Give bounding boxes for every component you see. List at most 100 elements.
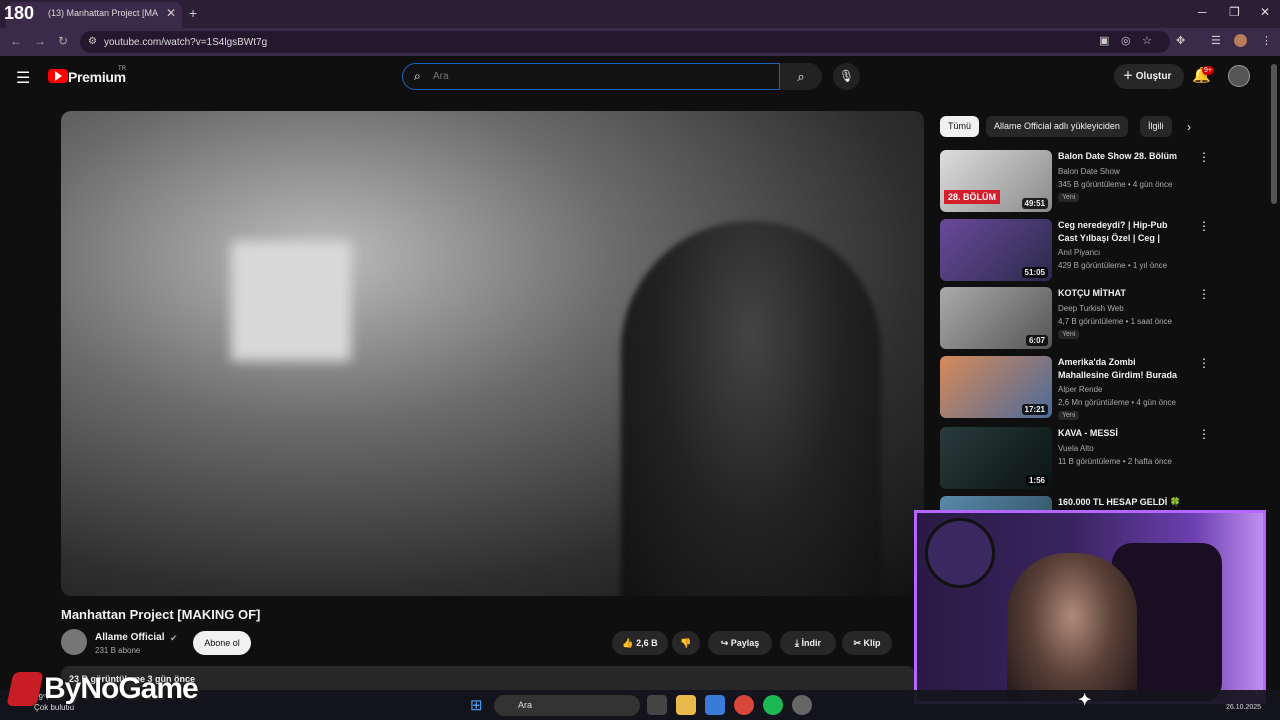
file-explorer-icon[interactable] <box>676 695 696 715</box>
region-code: TR <box>118 66 126 72</box>
share-button[interactable]: ↪ Paylaş <box>708 631 772 655</box>
spotify-icon[interactable] <box>763 695 783 715</box>
site-info-icon[interactable]: ⚙ <box>88 36 97 47</box>
like-button[interactable]: 👍 2,6 B <box>612 631 668 655</box>
bookmark-star-icon[interactable]: ☆ <box>1142 34 1152 47</box>
search-icon: ⌕ <box>797 69 805 84</box>
recommendation-channel[interactable]: Deep Turkish Web <box>1058 304 1124 313</box>
account-avatar[interactable] <box>1228 65 1250 87</box>
recommendation-title[interactable]: Amerika'da Zombi Mahallesine Girdim! Bur… <box>1058 356 1188 382</box>
clip-button[interactable]: ✂ Klip <box>842 631 892 655</box>
more-options-icon[interactable]: ⋮ <box>1198 287 1210 301</box>
forward-icon[interactable]: → <box>34 34 46 48</box>
recommendation-title[interactable]: Balon Date Show 28. Bölüm <box>1058 150 1188 163</box>
eye-off-icon[interactable]: ◎ <box>1121 34 1131 47</box>
store-icon[interactable] <box>705 695 725 715</box>
channel-name[interactable]: Allame Official <box>95 632 164 643</box>
tab-title[interactable]: (13) Manhattan Project [MAKING OF] - You… <box>48 8 158 18</box>
video-thumbnail[interactable]: 1:56 <box>940 427 1052 489</box>
more-menu-icon[interactable]: ⋮ <box>1261 34 1272 47</box>
more-options-icon[interactable]: ⋮ <box>1198 356 1210 370</box>
download-button[interactable]: ⤓ İndir <box>780 631 836 655</box>
task-view-icon[interactable] <box>647 695 667 715</box>
video-frame-window <box>231 241 351 361</box>
recommendation-item[interactable]: 51:05 Ceg neredeydi? | Hip-Pub Cast Yılb… <box>940 219 1210 283</box>
tray-date: 26.10.2025 <box>1226 704 1262 711</box>
streamer-webcam-overlay <box>914 510 1266 704</box>
video-title: Manhattan Project [MAKING OF] <box>61 607 261 622</box>
extensions-icon[interactable]: ✥ <box>1176 34 1185 47</box>
search-input[interactable] <box>433 67 763 85</box>
recommendation-meta: 2,6 Mn görüntüleme • 4 gün önce <box>1058 398 1176 407</box>
duration-badge: 51:05 <box>1021 267 1048 278</box>
video-player[interactable] <box>61 111 924 596</box>
chip-all[interactable]: Tümü <box>940 116 980 137</box>
more-options-icon[interactable]: ⋮ <box>1198 427 1210 441</box>
duration-badge: 1:56 <box>1025 475 1048 486</box>
recommendation-item[interactable]: 28. BÖLÜM 49:51 Balon Date Show 28. Bölü… <box>940 150 1210 214</box>
recommendation-item[interactable]: 1:56 KAVA - MESSİ Vuela Alto 11 B görünt… <box>940 427 1210 491</box>
recommendation-title[interactable]: Ceg neredeydi? | Hip-Pub Cast Yılbaşı Öz… <box>1058 219 1188 245</box>
page-scrollbar[interactable] <box>1271 64 1277 204</box>
subscribe-button[interactable]: Abone ol <box>193 631 251 655</box>
video-thumbnail[interactable]: 51:05 <box>940 219 1052 281</box>
video-thumbnail[interactable]: 17:21 <box>940 356 1052 418</box>
reload-icon[interactable]: ↻ <box>58 34 68 48</box>
hamburger-menu-icon[interactable]: ☰ <box>16 68 30 88</box>
minimize-icon[interactable]: ─ <box>1198 5 1207 19</box>
search-icon: ⌕ <box>414 69 421 83</box>
new-tab-icon[interactable]: + <box>189 5 197 21</box>
recommendation-title[interactable]: KOTÇU MİTHAT <box>1058 287 1188 300</box>
tab-counter-overlay: 180 <box>4 3 35 23</box>
video-thumbnail[interactable] <box>940 496 1052 510</box>
duration-badge: 17:21 <box>1021 404 1048 415</box>
install-icon[interactable]: ▣ <box>1099 34 1109 47</box>
chip-from-uploader[interactable]: Allame Official adlı yükleyiciden <box>986 116 1128 137</box>
share-icon: ↪ <box>720 638 731 648</box>
play-triangle-icon <box>55 71 62 81</box>
create-button[interactable]: ＋ Oluştur <box>1114 64 1184 89</box>
voice-search-button[interactable]: 🎙 <box>833 63 860 90</box>
recommendation-title[interactable]: 160.000 TL HESAP GELDİ 🍀 <box>1058 496 1188 509</box>
thumb-up-icon: 👍 <box>622 638 637 648</box>
recommendation-channel[interactable]: Balon Date Show <box>1058 167 1120 176</box>
new-badge: Yeni <box>1058 193 1080 202</box>
restore-icon[interactable]: ❐ <box>1229 5 1240 19</box>
notification-badge: 9+ <box>1202 66 1214 75</box>
new-badge: Yeni <box>1058 330 1080 339</box>
recommendation-item[interactable]: 160.000 TL HESAP GELDİ 🍀 ⋮ <box>940 496 1200 510</box>
recommendation-channel[interactable]: Anıl Piyancı <box>1058 248 1100 257</box>
more-options-icon[interactable]: ⋮ <box>1198 219 1210 233</box>
taskbar-search[interactable]: Ara <box>494 695 640 716</box>
profile-avatar[interactable] <box>1234 34 1247 47</box>
dislike-button[interactable]: 👎 <box>672 631 700 655</box>
clip-label: Klip <box>863 638 881 648</box>
reading-list-icon[interactable]: ☰ <box>1211 34 1221 47</box>
recommendation-item[interactable]: 6:07 KOTÇU MİTHAT Deep Turkish Web 4,7 B… <box>940 287 1210 351</box>
taskbar-search-label: Ara <box>518 700 533 710</box>
video-thumbnail[interactable]: 28. BÖLÜM 49:51 <box>940 150 1052 212</box>
more-options-icon[interactable]: ⋮ <box>1198 496 1200 510</box>
window-close-icon[interactable]: ✕ <box>1260 5 1270 19</box>
search-button[interactable]: ⌕ <box>780 63 822 90</box>
chrome-icon[interactable] <box>734 695 754 715</box>
close-tab-icon[interactable]: ✕ <box>166 6 176 20</box>
url-text[interactable]: youtube.com/watch?v=1S4lgsBWt7g <box>104 37 267 48</box>
chevron-right-icon[interactable]: › <box>1187 120 1191 134</box>
share-label: Paylaş <box>730 638 760 648</box>
chip-related[interactable]: İlgili <box>1140 116 1172 137</box>
recommendation-channel[interactable]: Alper Rende <box>1058 385 1102 394</box>
back-icon[interactable]: ← <box>10 34 22 48</box>
windows-start-icon[interactable]: ⊞ <box>470 696 483 714</box>
more-options-icon[interactable]: ⋮ <box>1198 150 1210 164</box>
recommendation-channel[interactable]: Vuela Alto <box>1058 444 1094 453</box>
download-label: İndir <box>801 638 821 648</box>
video-frame-person <box>621 221 881 596</box>
channel-avatar[interactable] <box>61 629 87 655</box>
settings-app-icon[interactable] <box>792 695 812 715</box>
recommendation-meta: 429 B görüntüleme • 1 yıl önce <box>1058 261 1168 270</box>
recommendation-title[interactable]: KAVA - MESSİ <box>1058 427 1188 440</box>
recommendation-meta: 345 B görüntüleme • 4 gün önce <box>1058 180 1173 189</box>
video-thumbnail[interactable]: 6:07 <box>940 287 1052 349</box>
recommendation-item[interactable]: 17:21 Amerika'da Zombi Mahallesine Girdi… <box>940 356 1210 420</box>
